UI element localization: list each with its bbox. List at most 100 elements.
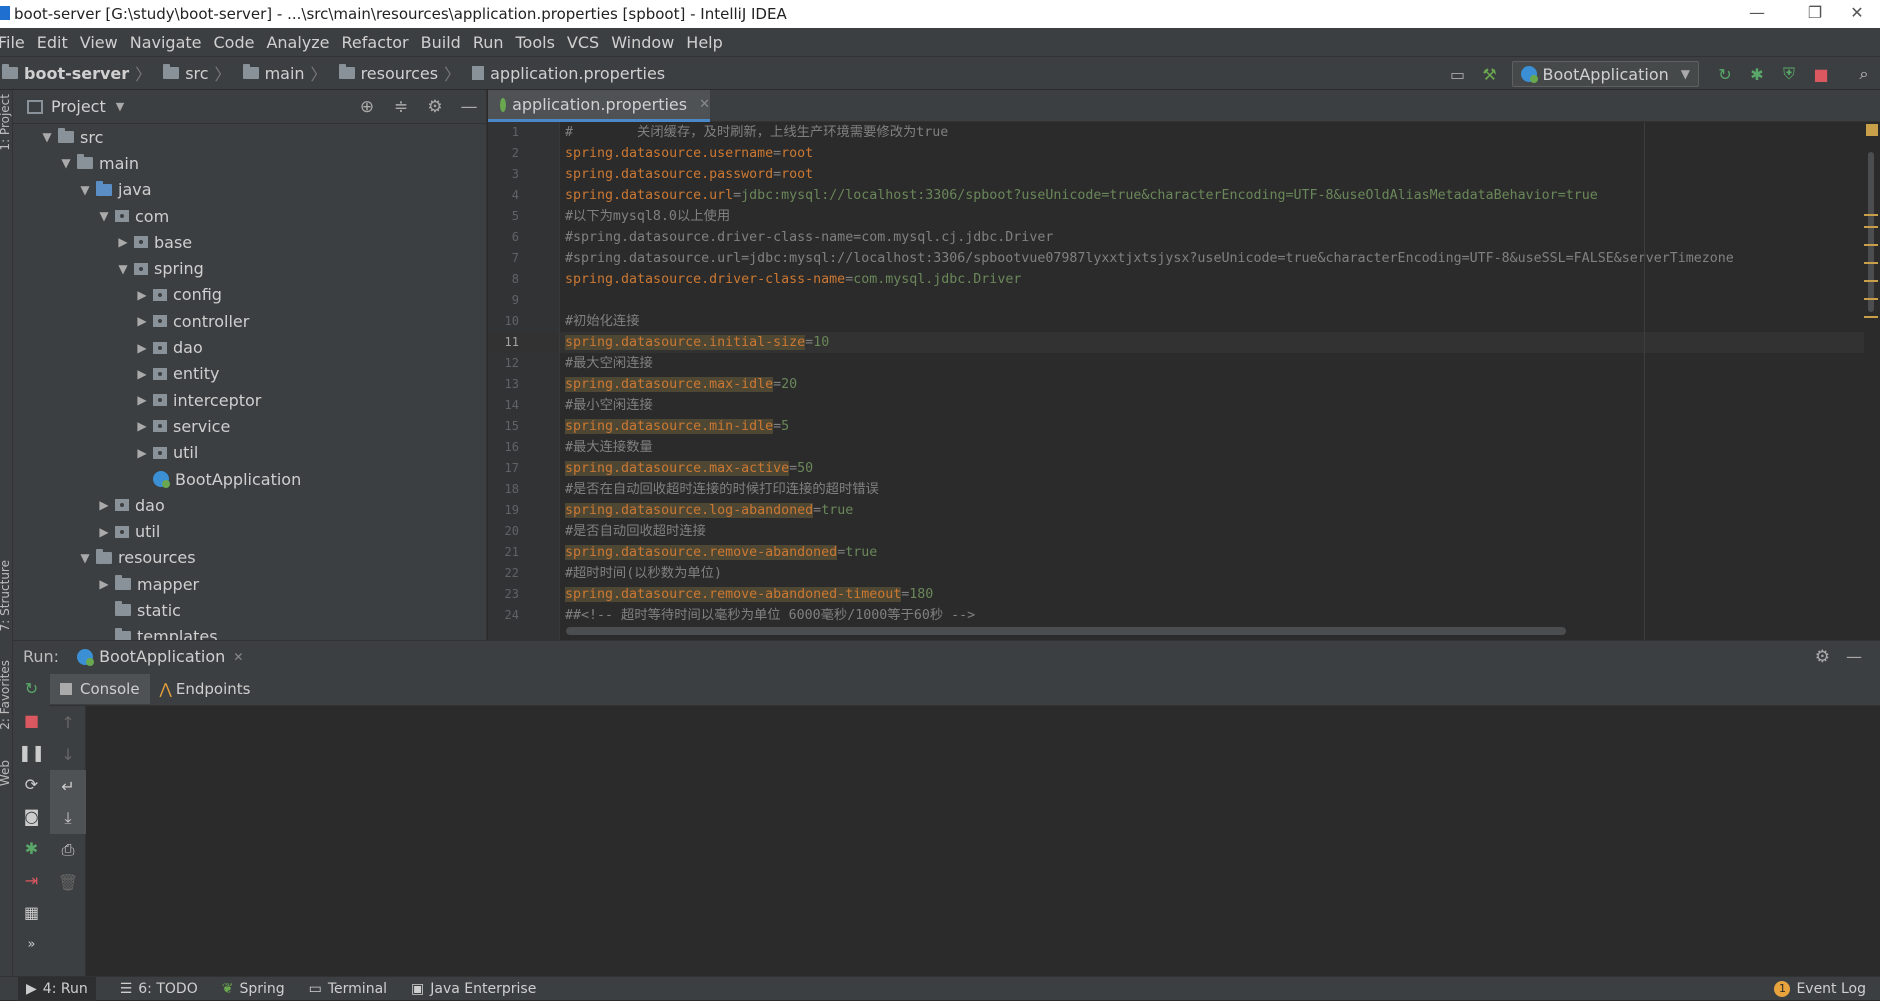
soft-wrap-icon[interactable]: ↵ [50, 770, 86, 802]
line-number[interactable]: 10 [488, 311, 559, 332]
build-hammer-icon[interactable]: ⚒ [1479, 63, 1501, 85]
rerun-icon[interactable]: ↻ [13, 672, 50, 704]
code-line[interactable]: spring.datasource.remove-abandoned=true [560, 542, 1880, 563]
menu-analyze[interactable]: Analyze [266, 33, 329, 52]
tree-item[interactable]: ▶ base [13, 229, 473, 255]
tree-item[interactable]: templates [13, 624, 473, 640]
side-tab-structure[interactable]: 7: Structure [0, 560, 12, 631]
warning-marker[interactable] [1864, 244, 1878, 246]
code-line[interactable]: spring.datasource.log-abandoned=true [560, 500, 1880, 521]
more-icon[interactable]: » [13, 928, 50, 960]
print-icon[interactable]: ⎙ [50, 834, 86, 866]
maximize-button[interactable]: ❐ [1792, 0, 1838, 28]
line-number[interactable]: 4 [488, 185, 559, 206]
pause-icon[interactable]: ❚❚ [13, 736, 50, 768]
line-number[interactable]: 19 [488, 500, 559, 521]
code-line[interactable]: spring.datasource.min-idle=5 [560, 416, 1880, 437]
code-line[interactable] [560, 290, 1880, 311]
tree-item[interactable]: ▶ interceptor [13, 387, 473, 413]
warning-marker[interactable] [1864, 316, 1878, 318]
project-panel-title[interactable]: Project [51, 97, 106, 116]
expanded-arrow-icon[interactable]: ▼ [74, 551, 96, 565]
tree-item[interactable]: ▶ config [13, 282, 473, 308]
collapsed-arrow-icon[interactable]: ▶ [131, 314, 153, 328]
collapsed-arrow-icon[interactable]: ▶ [131, 341, 153, 355]
search-icon[interactable]: ⌕ [1853, 63, 1875, 85]
run-tab-bootapplication[interactable]: BootApplication ✕ [77, 647, 243, 666]
tool-tab-todo[interactable]: ☰ 6: TODO [120, 981, 198, 997]
tree-item[interactable]: ▶ mapper [13, 571, 473, 597]
camera-icon[interactable]: ◙ [13, 800, 50, 832]
line-number[interactable]: 5 [488, 206, 559, 227]
code-line[interactable]: spring.datasource.remove-abandoned-timeo… [560, 584, 1880, 605]
warning-marker[interactable] [1864, 226, 1878, 228]
collapsed-arrow-icon[interactable]: ▶ [93, 525, 115, 539]
warning-marker[interactable] [1864, 280, 1878, 282]
code-line[interactable]: #是否自动回收超时连接 [560, 521, 1880, 542]
locate-icon[interactable]: ⊕ [350, 97, 384, 117]
tree-item[interactable]: ▼ resources [13, 545, 473, 571]
code-line[interactable]: #spring.datasource.url=jdbc:mysql://loca… [560, 248, 1880, 269]
tab-console[interactable]: Console [50, 673, 150, 704]
line-number[interactable]: 18 [488, 479, 559, 500]
breadcrumb-main[interactable]: main 〉 [242, 61, 333, 85]
run-coverage-icon[interactable]: ⛨ [1778, 63, 1800, 85]
menu-navigate[interactable]: Navigate [130, 33, 202, 52]
line-number[interactable]: 12 [488, 353, 559, 374]
breadcrumb-file[interactable]: application.properties [472, 64, 665, 83]
arrow-up-icon[interactable]: ↑ [50, 706, 86, 738]
side-tab-favorites[interactable]: 2: Favorites [0, 660, 12, 730]
exit-icon[interactable]: ⇥ [13, 864, 50, 896]
code-line[interactable]: #最大连接数量 [560, 437, 1880, 458]
expanded-arrow-icon[interactable]: ▼ [55, 156, 77, 170]
collapsed-arrow-icon[interactable]: ▶ [131, 393, 153, 407]
code-line[interactable]: spring.datasource.driver-class-name=com.… [560, 269, 1880, 290]
expanded-arrow-icon[interactable]: ▼ [74, 183, 96, 197]
error-stripe[interactable] [1864, 122, 1880, 640]
close-window-button[interactable]: ✕ [1834, 0, 1880, 28]
console-output[interactable] [86, 706, 1880, 976]
menu-tools[interactable]: Tools [516, 33, 555, 52]
line-number[interactable]: 23 [488, 584, 559, 605]
line-number[interactable]: 11 [488, 332, 559, 353]
code-line[interactable]: spring.datasource.username=root [560, 143, 1880, 164]
line-number[interactable]: 21 [488, 542, 559, 563]
line-number[interactable]: 9 [488, 290, 559, 311]
code-line[interactable]: #最小空闲连接 [560, 395, 1880, 416]
breadcrumb-resources[interactable]: resources 〉 [338, 61, 467, 85]
tree-item[interactable]: ▼ main [13, 150, 473, 176]
tree-item[interactable]: ▼ spring [13, 255, 473, 281]
code-line[interactable]: spring.datasource.url=jdbc:mysql://local… [560, 185, 1880, 206]
code-line[interactable]: #是否在自动回收超时连接的时候打印连接的超时错误 [560, 479, 1880, 500]
collapsed-arrow-icon[interactable]: ▶ [112, 235, 134, 249]
line-number[interactable]: 13 [488, 374, 559, 395]
run-configuration-selector[interactable]: BootApplication ▼ [1511, 61, 1699, 87]
tree-item[interactable]: ▶ dao [13, 492, 473, 518]
stop-icon[interactable]: ■ [1810, 63, 1832, 85]
tree-item[interactable]: ▼ com [13, 203, 473, 229]
breadcrumb-src[interactable]: src 〉 [163, 61, 236, 85]
layout-icon[interactable]: ▦ [13, 896, 50, 928]
menu-help[interactable]: Help [686, 33, 722, 52]
line-number[interactable]: 20 [488, 521, 559, 542]
debug-icon[interactable]: ✱ [1746, 63, 1768, 85]
tree-item[interactable]: ▶ util [13, 440, 473, 466]
code-line[interactable]: spring.datasource.password=root [560, 164, 1880, 185]
breadcrumb-project[interactable]: boot-server 〉 [2, 61, 157, 85]
event-log[interactable]: 1 Event Log [1774, 980, 1866, 997]
expanded-arrow-icon[interactable]: ▼ [93, 209, 115, 223]
code-line[interactable]: #以下为mysql8.0以上使用 [560, 206, 1880, 227]
tree-item[interactable]: ▼ src [13, 124, 473, 150]
debug-icon[interactable]: ✱ [13, 832, 50, 864]
editor-horizontal-scrollbar[interactable] [566, 627, 1566, 635]
chevron-down-icon[interactable]: ▼ [116, 100, 124, 113]
tab-application-properties[interactable]: application.properties ✕ [488, 90, 710, 122]
menu-window[interactable]: Window [611, 33, 674, 52]
line-number[interactable]: 22 [488, 563, 559, 584]
expanded-arrow-icon[interactable]: ▼ [112, 262, 134, 276]
tree-item[interactable]: ▶ controller [13, 308, 473, 334]
gear-icon[interactable]: ⚙ [418, 97, 452, 117]
menu-build[interactable]: Build [421, 33, 461, 52]
scroll-to-end-icon[interactable]: ⤓ [50, 802, 86, 834]
close-tab-icon[interactable]: ✕ [699, 97, 710, 112]
